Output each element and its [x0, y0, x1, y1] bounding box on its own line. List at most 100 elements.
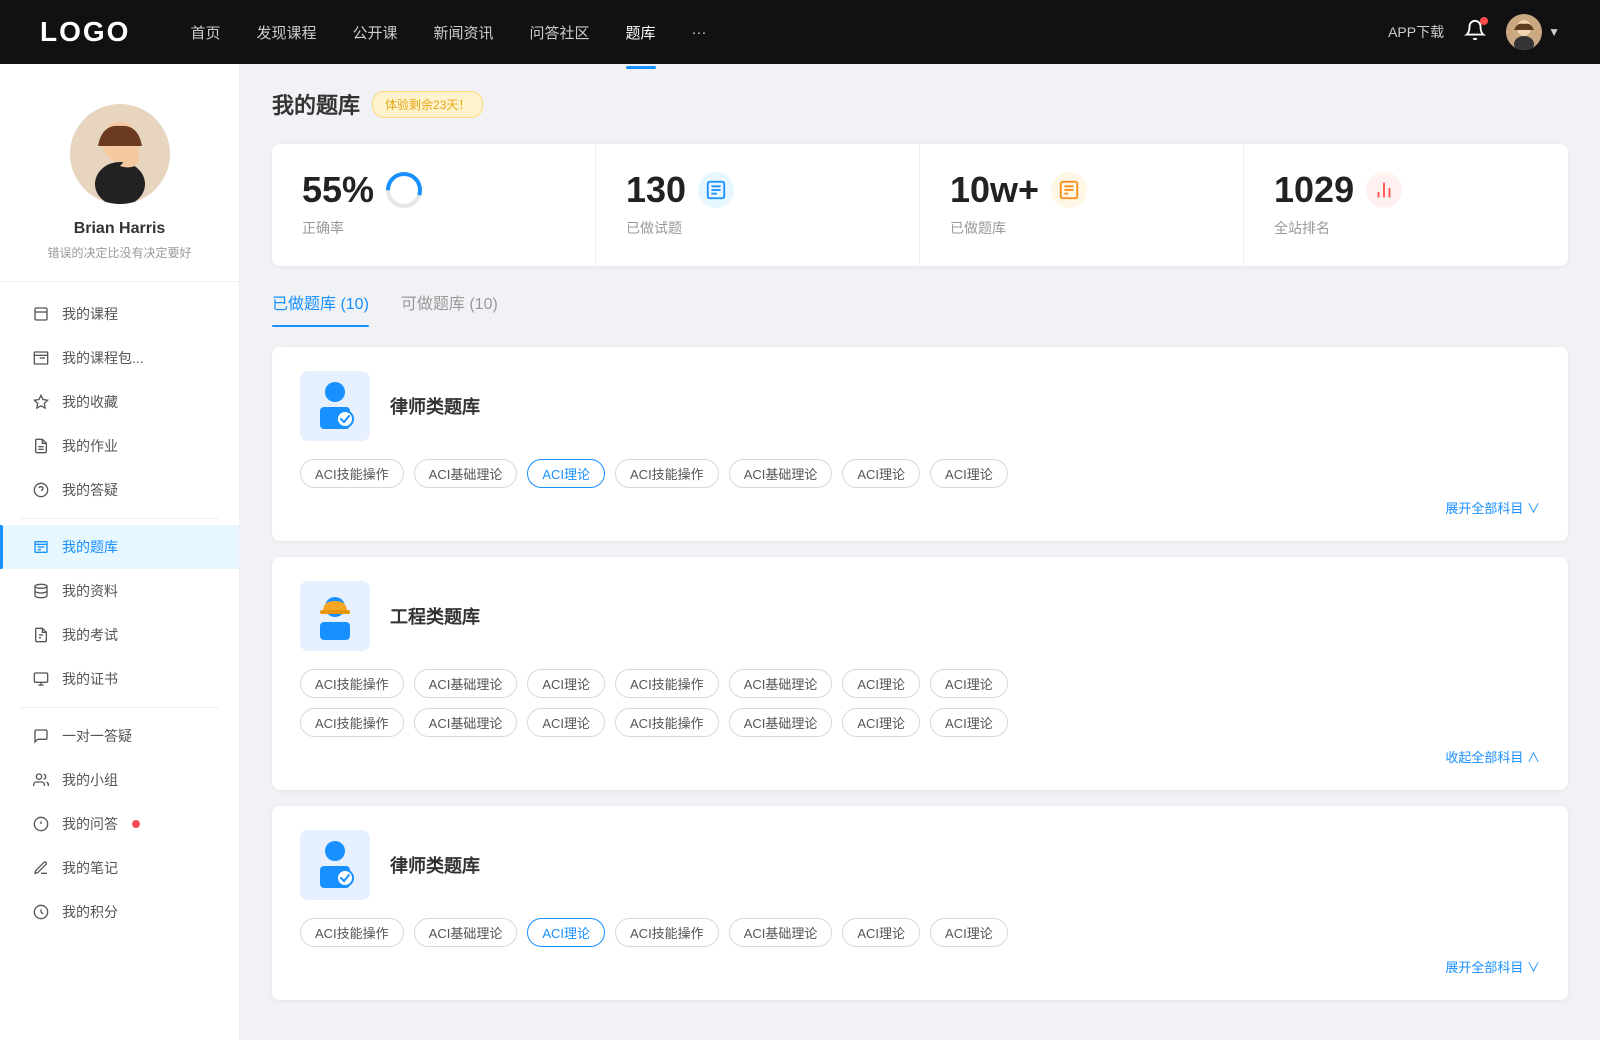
menu-divider-1 [20, 518, 219, 519]
tag-item[interactable]: ACI基础理论 [729, 918, 833, 947]
notification-dot [1480, 17, 1488, 25]
package-icon [32, 349, 50, 367]
my-qa-icon [32, 815, 50, 833]
sidebar-profile: Brian Harris 错误的决定比没有决定要好 [0, 64, 239, 282]
cert-icon [32, 670, 50, 688]
stat-done-questions-value: 130 [626, 172, 686, 208]
sidebar-item-my-qa[interactable]: 我的问答 [0, 802, 239, 846]
nav-home[interactable]: 首页 [190, 18, 220, 47]
notification-bell[interactable] [1464, 19, 1486, 46]
tag-item[interactable]: ACI基础理论 [729, 669, 833, 698]
group-icon [32, 771, 50, 789]
sidebar-item-favorites[interactable]: 我的收藏 [0, 380, 239, 424]
stat-ranking-row: 1029 [1274, 172, 1538, 208]
tag-item[interactable]: ACI理论 [930, 918, 1008, 947]
tag-item[interactable]: ACI技能操作 [300, 459, 404, 488]
bank-item-3-header: 律师类题库 [300, 830, 1540, 900]
nav-qa[interactable]: 问答社区 [530, 18, 590, 47]
tag-item[interactable]: ACI基础理论 [414, 669, 518, 698]
nav-discover[interactable]: 发现课程 [256, 18, 316, 47]
sidebar-item-data[interactable]: 我的资料 [0, 569, 239, 613]
tag-item[interactable]: ACI技能操作 [300, 669, 404, 698]
tag-item[interactable]: ACI理论 [527, 669, 605, 698]
user-avatar-menu[interactable]: ▼ [1506, 14, 1560, 50]
qa-notification-dot [132, 820, 140, 828]
tag-item[interactable]: ACI理论 [930, 708, 1008, 737]
bank-item-2-collapse[interactable]: 收起全部科目 ∧ [300, 747, 1540, 766]
sidebar-item-one-one[interactable]: 一对一答疑 [0, 714, 239, 758]
data-icon [32, 582, 50, 600]
stat-done-questions: 130 已做试题 [596, 144, 920, 266]
profile-avatar [70, 104, 170, 204]
sidebar-item-notes[interactable]: 我的笔记 [0, 846, 239, 890]
nav-bank[interactable]: 题库 [626, 18, 656, 47]
sidebar-menu: 我的课程 我的课程包... 我的收藏 我的作业 [0, 282, 239, 944]
sidebar-item-cert[interactable]: 我的证书 [0, 657, 239, 701]
tag-item[interactable]: ACI理论 [842, 918, 920, 947]
tag-item[interactable]: ACI技能操作 [300, 918, 404, 947]
profile-name: Brian Harris [74, 220, 166, 238]
tag-item[interactable]: ACI理论 [930, 459, 1008, 488]
tag-item[interactable]: ACI技能操作 [615, 918, 719, 947]
tag-item[interactable]: ACI基础理论 [414, 459, 518, 488]
points-icon [32, 903, 50, 921]
tag-item[interactable]: ACI技能操作 [300, 708, 404, 737]
sidebar-item-package[interactable]: 我的课程包... [0, 336, 239, 380]
tag-item[interactable]: ACI技能操作 [615, 459, 719, 488]
sidebar-item-bank[interactable]: 我的题库 [0, 525, 239, 569]
logo: LOGO [40, 16, 130, 48]
bank-item-2-icon [300, 581, 370, 651]
nav-more[interactable]: ··· [692, 20, 707, 45]
tag-item-selected[interactable]: ACI理论 [527, 918, 605, 947]
tab-done[interactable]: 已做题库 (10) [272, 290, 369, 326]
header-right: APP下载 ▼ [1388, 14, 1560, 50]
sidebar-item-course[interactable]: 我的课程 [0, 292, 239, 336]
bank-item-2-header: 工程类题库 [300, 581, 1540, 651]
bank-tabs: 已做题库 (10) 可做题库 (10) [272, 290, 1568, 327]
app-download-link[interactable]: APP下载 [1388, 22, 1444, 42]
header: LOGO 首页 发现课程 公开课 新闻资讯 问答社区 题库 ··· APP下载 [0, 0, 1600, 64]
stat-ranking-label: 全站排名 [1274, 218, 1538, 238]
done-banks-icon [1051, 172, 1087, 208]
bank-item-1-title: 律师类题库 [390, 393, 480, 419]
sidebar-item-qa[interactable]: 我的答疑 [0, 468, 239, 512]
tag-item[interactable]: ACI理论 [930, 669, 1008, 698]
sidebar-item-points[interactable]: 我的积分 [0, 890, 239, 934]
bank-item-3: 律师类题库 ACI技能操作 ACI基础理论 ACI理论 ACI技能操作 ACI基… [272, 806, 1568, 1000]
menu-divider-2 [20, 707, 219, 708]
page-layout: Brian Harris 错误的决定比没有决定要好 我的课程 我的课程包... [0, 64, 1600, 1040]
tag-item[interactable]: ACI理论 [842, 708, 920, 737]
stat-accuracy-label: 正确率 [302, 218, 565, 238]
sidebar-item-group[interactable]: 我的小组 [0, 758, 239, 802]
tab-available[interactable]: 可做题库 (10) [401, 290, 498, 326]
question-icon [32, 481, 50, 499]
stat-done-questions-label: 已做试题 [626, 218, 889, 238]
done-questions-icon [698, 172, 734, 208]
stats-grid: 55% 正确率 130 [272, 144, 1568, 266]
tag-item[interactable]: ACI理论 [842, 459, 920, 488]
bank-item-1-expand[interactable]: 展开全部科目 ∨ [300, 498, 1540, 517]
bank-item-1: 律师类题库 ACI技能操作 ACI基础理论 ACI理论 ACI技能操作 ACI基… [272, 347, 1568, 541]
bank-item-3-tags: ACI技能操作 ACI基础理论 ACI理论 ACI技能操作 ACI基础理论 AC… [300, 918, 1540, 947]
stat-done-questions-row: 130 [626, 172, 889, 208]
bank-item-3-expand[interactable]: 展开全部科目 ∨ [300, 957, 1540, 976]
bank-item-1-header: 律师类题库 [300, 371, 1540, 441]
nav-open-course[interactable]: 公开课 [352, 18, 397, 47]
main-content: 我的题库 体验剩余23天！ 55% 正确率 130 [240, 64, 1600, 1040]
nav-news[interactable]: 新闻资讯 [434, 18, 494, 47]
sidebar-item-exam[interactable]: 我的考试 [0, 613, 239, 657]
tag-item[interactable]: ACI理论 [842, 669, 920, 698]
page-header: 我的题库 体验剩余23天！ [272, 88, 1568, 120]
tag-item[interactable]: ACI技能操作 [615, 708, 719, 737]
tag-item[interactable]: ACI基础理论 [414, 708, 518, 737]
tag-item[interactable]: ACI基础理论 [729, 459, 833, 488]
avatar [1506, 14, 1542, 50]
tag-item[interactable]: ACI技能操作 [615, 669, 719, 698]
sidebar-item-homework[interactable]: 我的作业 [0, 424, 239, 468]
tag-item-selected[interactable]: ACI理论 [527, 459, 605, 488]
tag-item[interactable]: ACI基础理论 [414, 918, 518, 947]
profile-motto: 错误的决定比没有决定要好 [47, 244, 191, 261]
tag-item[interactable]: ACI理论 [527, 708, 605, 737]
tag-item[interactable]: ACI基础理论 [729, 708, 833, 737]
sidebar: Brian Harris 错误的决定比没有决定要好 我的课程 我的课程包... [0, 64, 240, 1040]
